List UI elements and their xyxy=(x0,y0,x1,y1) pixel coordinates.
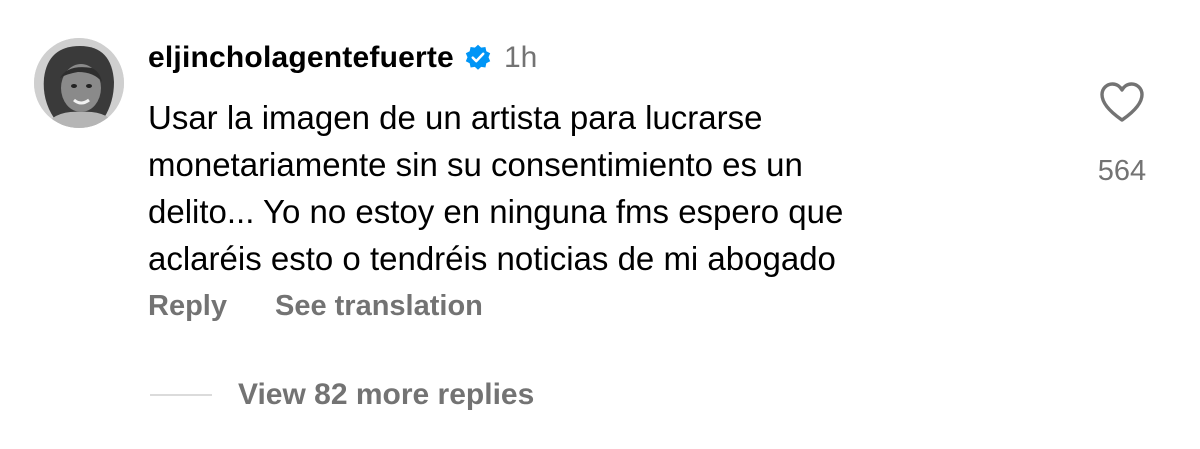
replies-divider xyxy=(150,394,212,396)
like-count: 564 xyxy=(1097,155,1147,187)
comment: eljincholagentefuerte 1h Usar la imagen … xyxy=(0,0,1200,449)
avatar-image xyxy=(34,38,124,128)
view-more-replies-label: View 82 more replies xyxy=(238,378,535,411)
like-section: 564 xyxy=(1082,80,1162,188)
comment-timestamp: 1h xyxy=(503,41,538,74)
see-translation-button[interactable]: See translation xyxy=(275,290,483,323)
comment-actions: Reply See translation xyxy=(148,290,483,323)
view-more-replies-button[interactable]: View 82 more replies xyxy=(150,378,534,412)
avatar[interactable] xyxy=(34,38,124,128)
comment-header: eljincholagentefuerte 1h xyxy=(148,38,537,78)
verified-badge-icon xyxy=(464,44,492,72)
reply-button[interactable]: Reply xyxy=(148,290,227,323)
username-link[interactable]: eljincholagentefuerte xyxy=(148,41,454,75)
comment-text: Usar la imagen de un artista para lucrar… xyxy=(148,99,844,277)
heart-icon[interactable] xyxy=(1098,80,1146,129)
